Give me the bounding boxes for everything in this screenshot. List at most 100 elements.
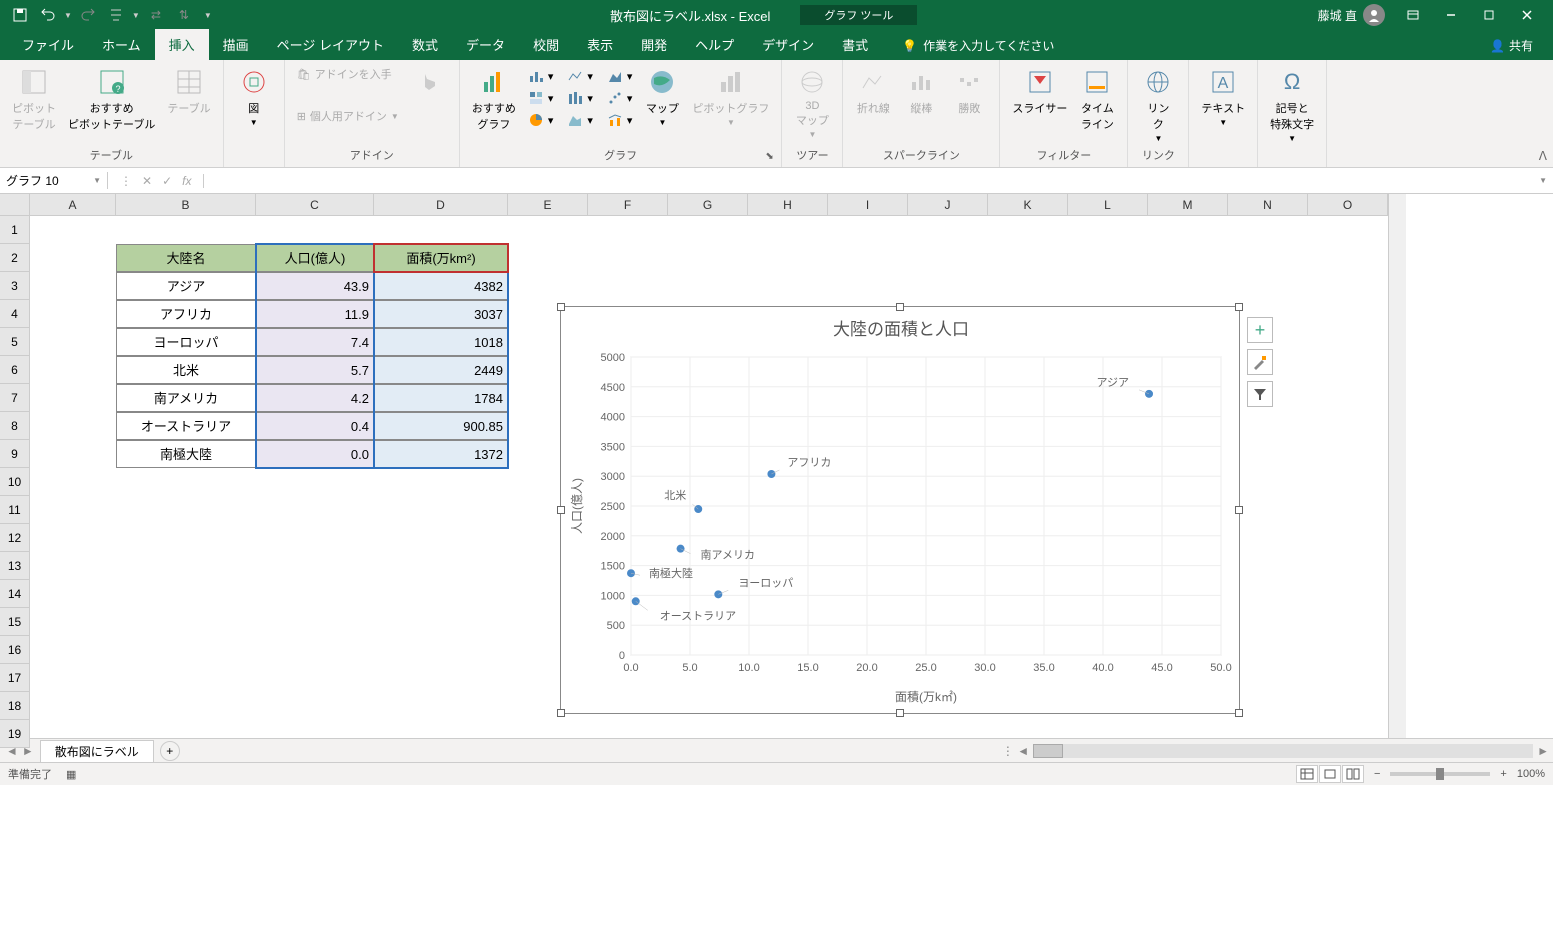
column-header[interactable]: M bbox=[1148, 194, 1228, 216]
qat-btn-5[interactable]: ⇄ bbox=[144, 3, 168, 27]
area-chart-button[interactable]: ▾ bbox=[603, 66, 637, 86]
get-addins-button[interactable]: 🛍アドインを入手 bbox=[293, 64, 403, 84]
recommended-pivot-button[interactable]: ?おすすめ ピボットテーブル bbox=[64, 64, 159, 134]
row-header[interactable]: 11 bbox=[0, 496, 30, 524]
column-header[interactable]: F bbox=[588, 194, 668, 216]
tab-insert[interactable]: 挿入 bbox=[155, 29, 209, 60]
row-header[interactable]: 18 bbox=[0, 692, 30, 720]
cell[interactable]: 3037 bbox=[374, 300, 508, 328]
zoom-in-button[interactable]: + bbox=[1500, 768, 1506, 780]
zoom-out-button[interactable]: − bbox=[1374, 768, 1380, 780]
pivot-chart-button[interactable]: ピボットグラフ▼ bbox=[688, 64, 773, 129]
column-header[interactable]: E bbox=[508, 194, 588, 216]
column-chart-button[interactable]: ▾ bbox=[524, 66, 558, 86]
link-button[interactable]: リン ク▼ bbox=[1136, 64, 1180, 145]
row-header[interactable]: 5 bbox=[0, 328, 30, 356]
user-badge[interactable]: 藤城 直 bbox=[1308, 4, 1395, 26]
sparkline-winloss-button[interactable]: 勝敗 bbox=[947, 64, 991, 118]
scatter-chart[interactable]: 0.05.010.015.020.025.030.035.040.045.050… bbox=[561, 307, 1241, 715]
column-header[interactable]: A bbox=[30, 194, 116, 216]
cell[interactable]: 7.4 bbox=[256, 328, 374, 356]
tab-help[interactable]: ヘルプ bbox=[681, 29, 748, 60]
vertical-scrollbar[interactable] bbox=[1388, 194, 1406, 738]
tab-design[interactable]: デザイン bbox=[748, 29, 828, 60]
cell[interactable]: 900.85 bbox=[374, 412, 508, 440]
tab-data[interactable]: データ bbox=[452, 29, 519, 60]
cell[interactable]: アフリカ bbox=[116, 300, 256, 328]
cell[interactable]: 4382 bbox=[374, 272, 508, 300]
scatter-chart-button[interactable]: ▾ bbox=[603, 88, 637, 108]
illustrations-button[interactable]: 図▼ bbox=[232, 64, 276, 129]
map-chart-button[interactable]: マップ▼ bbox=[640, 64, 684, 129]
maximize-icon[interactable] bbox=[1471, 3, 1507, 27]
row-header[interactable]: 6 bbox=[0, 356, 30, 384]
qat-customize-icon[interactable]: ▼ bbox=[204, 11, 212, 20]
charts-launcher-icon[interactable]: ⬊ bbox=[765, 151, 779, 165]
save-icon[interactable] bbox=[8, 3, 32, 27]
row-header[interactable]: 16 bbox=[0, 636, 30, 664]
cell[interactable]: 1372 bbox=[374, 440, 508, 468]
my-addins-button[interactable]: ⊞個人用アドイン ▼ bbox=[293, 106, 403, 126]
ribbon-options-icon[interactable] bbox=[1395, 3, 1431, 27]
row-header[interactable]: 12 bbox=[0, 524, 30, 552]
row-header[interactable]: 13 bbox=[0, 552, 30, 580]
tab-review[interactable]: 校閲 bbox=[519, 29, 573, 60]
table-button[interactable]: テーブル bbox=[163, 64, 214, 118]
pivot-table-button[interactable]: ピボット テーブル bbox=[8, 64, 60, 134]
collapse-ribbon-icon[interactable]: ᐱ bbox=[1539, 149, 1547, 163]
undo-dropdown-icon[interactable]: ▼ bbox=[64, 11, 72, 20]
cell[interactable]: 43.9 bbox=[256, 272, 374, 300]
qat-btn-6[interactable]: ⇅ bbox=[172, 3, 196, 27]
row-header[interactable]: 15 bbox=[0, 608, 30, 636]
column-header[interactable]: D bbox=[374, 194, 508, 216]
cell[interactable]: 0.4 bbox=[256, 412, 374, 440]
row-header[interactable]: 2 bbox=[0, 244, 30, 272]
share-button[interactable]: 👤 共有 bbox=[1478, 31, 1545, 60]
tab-draw[interactable]: 描画 bbox=[209, 29, 263, 60]
tab-file[interactable]: ファイル bbox=[8, 29, 88, 60]
row-header[interactable]: 17 bbox=[0, 664, 30, 692]
column-header[interactable]: J bbox=[908, 194, 988, 216]
tell-me-search[interactable]: 💡 作業を入力してください bbox=[902, 37, 1054, 60]
row-header[interactable]: 4 bbox=[0, 300, 30, 328]
select-all-corner[interactable] bbox=[0, 194, 30, 216]
line-chart-button[interactable]: ▾ bbox=[563, 66, 597, 86]
row-header[interactable]: 14 bbox=[0, 580, 30, 608]
fx-icon[interactable]: fx bbox=[178, 174, 195, 188]
cell[interactable]: 人口(億人) bbox=[256, 244, 374, 272]
row-header[interactable]: 8 bbox=[0, 412, 30, 440]
sparkline-line-button[interactable]: 折れ線 bbox=[851, 64, 895, 118]
sparkline-column-button[interactable]: 縦棒 bbox=[899, 64, 943, 118]
normal-view-button[interactable] bbox=[1296, 765, 1318, 783]
column-header[interactable]: C bbox=[256, 194, 374, 216]
row-header[interactable]: 9 bbox=[0, 440, 30, 468]
page-break-view-button[interactable] bbox=[1342, 765, 1364, 783]
enter-formula-icon[interactable]: ✓ bbox=[158, 174, 176, 188]
row-header[interactable]: 7 bbox=[0, 384, 30, 412]
cell[interactable]: 南アメリカ bbox=[116, 384, 256, 412]
cell[interactable]: 11.9 bbox=[256, 300, 374, 328]
column-header[interactable]: L bbox=[1068, 194, 1148, 216]
undo-icon[interactable] bbox=[36, 3, 60, 27]
chart-elements-button[interactable]: + bbox=[1247, 317, 1273, 343]
zoom-slider[interactable] bbox=[1390, 772, 1490, 776]
column-header[interactable]: I bbox=[828, 194, 908, 216]
cell[interactable]: 1018 bbox=[374, 328, 508, 356]
row-header[interactable]: 1 bbox=[0, 216, 30, 244]
tab-layout[interactable]: ページ レイアウト bbox=[263, 29, 398, 60]
tab-view[interactable]: 表示 bbox=[573, 29, 627, 60]
redo-icon[interactable] bbox=[76, 3, 100, 27]
row-header[interactable]: 3 bbox=[0, 272, 30, 300]
cell[interactable]: アジア bbox=[116, 272, 256, 300]
close-icon[interactable] bbox=[1509, 3, 1545, 27]
tab-home[interactable]: ホーム bbox=[88, 29, 155, 60]
cells-area[interactable]: 13720.0南極大陸900.850.4オーストラリア17844.2南アメリカ2… bbox=[30, 216, 1388, 748]
slicer-button[interactable]: スライサー bbox=[1008, 64, 1071, 118]
cancel-formula-icon[interactable]: ✕ bbox=[138, 174, 156, 188]
row-header[interactable]: 10 bbox=[0, 468, 30, 496]
cell[interactable]: 大陸名 bbox=[116, 244, 256, 272]
tab-developer[interactable]: 開発 bbox=[627, 29, 681, 60]
minimize-icon[interactable] bbox=[1433, 3, 1469, 27]
cell[interactable]: 南極大陸 bbox=[116, 440, 256, 468]
text-button[interactable]: Aテキスト▼ bbox=[1197, 64, 1249, 129]
